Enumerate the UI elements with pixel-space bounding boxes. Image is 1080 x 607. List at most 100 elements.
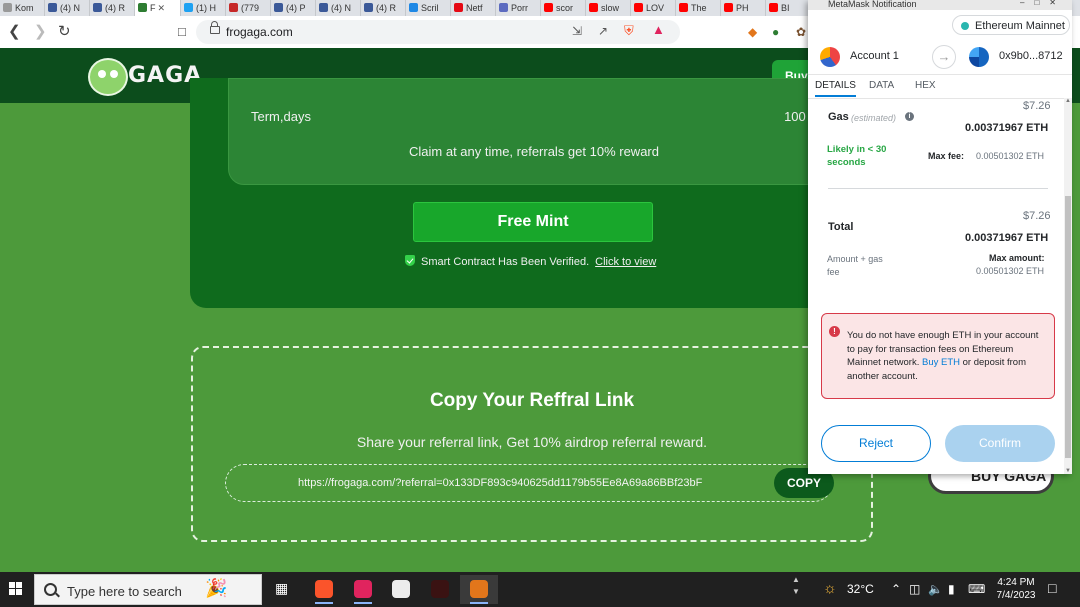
- tab-favicon-icon: [274, 3, 283, 12]
- confirm-button[interactable]: Confirm: [945, 425, 1055, 462]
- taskbar-scroll-icon[interactable]: ▲ ▼: [792, 574, 800, 598]
- gas-estimated-label: (estimated): [851, 113, 897, 123]
- browser-tab[interactable]: (4) N: [316, 0, 361, 16]
- from-account[interactable]: Account 1: [850, 50, 899, 62]
- browser-tab[interactable]: BI: [766, 0, 811, 16]
- browser-tab[interactable]: PH: [721, 0, 766, 16]
- claim-text: Claim at any time, referrals get 10% rew…: [409, 144, 659, 159]
- stake-info-card: Term,days 100 Days Claim at any time, re…: [228, 78, 840, 185]
- browser-tab[interactable]: Scril: [406, 0, 451, 16]
- browser-tab[interactable]: Netf: [451, 0, 496, 16]
- address-bar[interactable]: frogaga.com ⇲ ↗ ⛨ ▲: [196, 20, 680, 44]
- back-icon[interactable]: ❮: [8, 23, 21, 41]
- clock-date: 7/4/2023: [996, 590, 1036, 601]
- cookie-icon[interactable]: ✿: [796, 25, 806, 39]
- taskbar-app-brave-2[interactable]: [344, 575, 382, 604]
- network-selector[interactable]: Ethereum Mainnet: [952, 15, 1070, 35]
- metamask-extension-icon[interactable]: ◆: [748, 25, 757, 39]
- keyboard-icon[interactable]: ⌨: [968, 582, 985, 596]
- tab-favicon-icon: [679, 3, 688, 12]
- browser-tab[interactable]: (779: [226, 0, 271, 16]
- tab-hex[interactable]: HEX: [915, 80, 936, 91]
- browser-tab[interactable]: (4) P: [271, 0, 316, 16]
- frog-logo-icon[interactable]: [88, 58, 128, 96]
- browser-tab[interactable]: LOV: [631, 0, 676, 16]
- install-icon[interactable]: ⇲: [572, 24, 582, 38]
- tab-favicon-icon: [184, 3, 193, 12]
- bookmark-icon[interactable]: □: [178, 23, 186, 41]
- tab-close-icon[interactable]: ✕: [158, 3, 166, 13]
- browser-tab[interactable]: (4) N: [45, 0, 90, 16]
- scroll-down-icon[interactable]: ▼: [1064, 468, 1072, 474]
- gas-fiat: $7.26: [1023, 100, 1051, 112]
- insufficient-funds-error: ! You do not have enough ETH in your acc…: [821, 313, 1055, 399]
- brave-rewards-icon[interactable]: ▲: [652, 22, 665, 37]
- tab-label: Scril: [421, 3, 439, 13]
- scrollbar[interactable]: ▲ ▼: [1064, 98, 1072, 474]
- share-icon[interactable]: ↗: [598, 24, 608, 38]
- volume-icon[interactable]: 🔈: [928, 582, 943, 596]
- metamask-titlebar: MetaMask Notification –□✕: [808, 0, 1072, 10]
- taskbar-app-3[interactable]: [382, 575, 420, 604]
- tab-label: LOV: [646, 3, 665, 13]
- extension-icon[interactable]: ●: [772, 25, 779, 39]
- metamask-tabs: DETAILS DATA HEX: [808, 76, 1072, 99]
- tab-label: Kom: [15, 3, 34, 13]
- taskbar-search[interactable]: Type here to search 🎉: [34, 574, 262, 605]
- tab-favicon-icon: [544, 3, 553, 12]
- scrollbar-thumb[interactable]: [1065, 196, 1071, 458]
- task-view-icon[interactable]: ▦: [275, 580, 288, 597]
- weather-icon: ☼: [823, 580, 837, 597]
- recipient-avatar-icon: [969, 47, 989, 67]
- tab-label: Netf: [466, 3, 483, 13]
- tab-label: slow: [601, 3, 620, 13]
- browser-tab[interactable]: (4) R: [90, 0, 135, 16]
- system-clock[interactable]: 4:24 PM 7/4/2023: [996, 576, 1036, 602]
- total-fiat: $7.26: [1023, 210, 1051, 222]
- tab-details[interactable]: DETAILS: [815, 80, 856, 97]
- tab-label: (1) H: [196, 3, 216, 13]
- notification-icon[interactable]: □: [1048, 580, 1056, 596]
- browser-tab[interactable]: scor: [541, 0, 586, 16]
- tab-label: (4) R: [376, 3, 396, 13]
- max-amount-label: Max amount:: [989, 253, 1045, 263]
- tab-favicon-icon: [634, 3, 643, 12]
- reject-button[interactable]: Reject: [821, 425, 931, 462]
- battery-icon[interactable]: ▮: [948, 582, 955, 596]
- browser-tab[interactable]: Porr: [496, 0, 541, 16]
- account-avatar-icon: [820, 47, 840, 67]
- buy-eth-link[interactable]: Buy ETH: [922, 357, 960, 368]
- taskbar-app-metamask[interactable]: [460, 575, 498, 604]
- tab-favicon-icon: [319, 3, 328, 12]
- browser-tab[interactable]: The: [676, 0, 721, 16]
- browser-tab[interactable]: Kom: [0, 0, 45, 16]
- tab-data[interactable]: DATA: [869, 80, 894, 91]
- brave-shield-icon[interactable]: ⛨: [624, 23, 634, 39]
- to-address[interactable]: 0x9b0...8712: [999, 50, 1063, 62]
- referral-link-field[interactable]: https://frogaga.com/?referral=0x133DF893…: [225, 464, 834, 502]
- verified-notice: Smart Contract Has Been Verified. Click t…: [405, 255, 656, 268]
- taskbar-app-brave-1[interactable]: [305, 575, 343, 604]
- click-to-view-link[interactable]: Click to view: [595, 256, 656, 268]
- window-controls[interactable]: –□✕: [1020, 0, 1066, 7]
- windows-start-icon[interactable]: [9, 582, 23, 596]
- gas-likely-time: Likely in < 30 seconds: [827, 144, 887, 168]
- browser-tab[interactable]: F ✕: [135, 0, 181, 16]
- taskbar-app-4[interactable]: [421, 575, 459, 604]
- tab-favicon-icon: [3, 3, 12, 12]
- browser-tab[interactable]: slow: [586, 0, 631, 16]
- app-underline: [470, 602, 488, 604]
- url-text: frogaga.com: [226, 25, 293, 39]
- max-fee-value: 0.00501302 ETH: [976, 151, 1045, 161]
- error-icon: !: [829, 326, 840, 337]
- network-icon[interactable]: ◫: [909, 582, 920, 596]
- browser-tab[interactable]: (4) R: [361, 0, 406, 16]
- forward-icon[interactable]: ❯: [34, 23, 47, 41]
- browser-tab[interactable]: (1) H: [181, 0, 226, 16]
- scroll-up-icon[interactable]: ▲: [1064, 98, 1072, 104]
- reload-icon[interactable]: ↻: [58, 23, 71, 41]
- info-icon[interactable]: i: [905, 112, 914, 121]
- tray-chevron-icon[interactable]: ⌃: [891, 582, 901, 596]
- free-mint-button[interactable]: Free Mint: [413, 202, 653, 242]
- temperature[interactable]: 32°C: [847, 582, 874, 596]
